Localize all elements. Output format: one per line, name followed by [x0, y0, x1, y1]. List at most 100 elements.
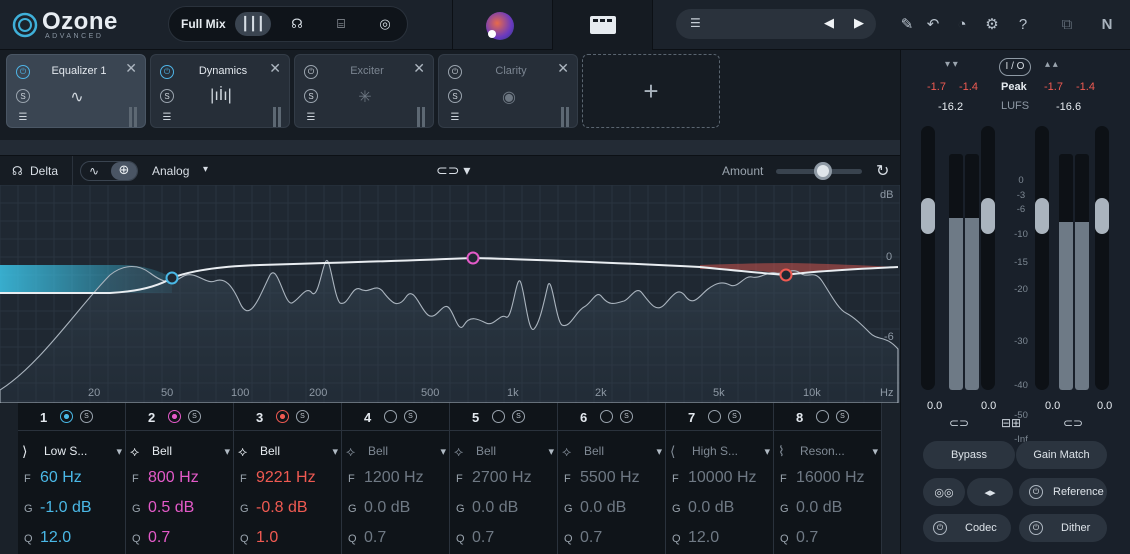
band-power-icon[interactable] — [600, 410, 613, 423]
output-gain-left-value[interactable]: 0.0 — [1045, 400, 1060, 412]
input-gain-slider-right[interactable] — [981, 126, 995, 390]
dither-button[interactable]: ⏻ Dither — [1019, 514, 1107, 542]
band-power-icon[interactable] — [708, 410, 721, 423]
band-type-select[interactable]: ⟡ Bell ▾ — [346, 441, 446, 461]
band-gain[interactable]: G 0.0 dB — [780, 499, 842, 517]
gear-icon[interactable]: ⚙ — [981, 13, 1003, 35]
eq-spectrum[interactable]: dB 0 -6 20 50 100 200 500 1k 2k 5k 10k H… — [0, 185, 900, 403]
band-type-select[interactable]: ⟡ Bell ▾ — [130, 441, 230, 461]
module-power-icon[interactable]: ⏻ — [304, 65, 318, 79]
band-type-select[interactable]: ⟨ High S... ▾ — [670, 441, 770, 461]
amount-slider-knob[interactable] — [814, 162, 833, 180]
module-power-icon[interactable]: ⏻ — [160, 65, 174, 79]
band-type-select[interactable]: ⟩ Low S... ▾ — [22, 441, 122, 461]
band-3-node[interactable] — [779, 268, 793, 282]
reference-button[interactable]: ⏻ Reference — [1019, 478, 1107, 506]
band-frequency-value[interactable]: 1200 Hz — [364, 469, 424, 486]
band-solo-icon[interactable]: S — [404, 410, 417, 423]
band-q[interactable]: Q 0.7 — [348, 529, 386, 547]
preset-bar[interactable]: ☰ ◀ ▶ — [676, 9, 876, 39]
band-q[interactable]: Q 0.7 — [456, 529, 494, 547]
help-icon[interactable]: ? — [1012, 13, 1034, 35]
band-solo-icon[interactable]: S — [296, 410, 309, 423]
band-power-icon[interactable] — [276, 410, 289, 423]
drum-mode-button[interactable]: ⌸ — [323, 12, 359, 36]
speaker-mode-button[interactable]: ◎ — [367, 12, 403, 36]
band-frequency-value[interactable]: 10000 Hz — [688, 469, 757, 486]
swap-button[interactable]: ◂▸ — [967, 478, 1013, 506]
band-gain[interactable]: G 0.0 dB — [348, 499, 410, 517]
module-power-icon[interactable]: ⏻ — [16, 65, 30, 79]
band-type-select[interactable]: ⌇ Reson... ▾ — [778, 441, 878, 461]
band-q-value[interactable]: 0.7 — [364, 529, 386, 546]
module-list-icon[interactable]: ☰ — [304, 110, 318, 124]
bypass-button[interactable]: Bypass — [923, 441, 1015, 469]
gain-nudge-icon[interactable]: ⊟⊞ — [1001, 416, 1021, 430]
band-frequency[interactable]: F 2700 Hz — [456, 469, 532, 487]
gain-match-button[interactable]: Gain Match — [1015, 441, 1107, 469]
band-q[interactable]: Q 1.0 — [240, 529, 278, 547]
band-gain[interactable]: G -0.8 dB — [240, 499, 308, 517]
codec-button[interactable]: ⏻ Codec — [923, 514, 1011, 542]
band-gain-value[interactable]: -0.8 dB — [256, 499, 308, 516]
band-gain[interactable]: G -1.0 dB — [24, 499, 92, 517]
module-solo-icon[interactable]: S — [448, 89, 462, 103]
band-q[interactable]: Q 0.7 — [564, 529, 602, 547]
waveform-mode-button[interactable]: ┃┃┃ — [235, 12, 271, 36]
band-solo-icon[interactable]: S — [728, 410, 741, 423]
band-frequency-value[interactable]: 2700 Hz — [472, 469, 532, 486]
add-module-button[interactable]: + — [582, 54, 720, 128]
band-gain[interactable]: G 0.0 dB — [564, 499, 626, 517]
band-type-select[interactable]: ⟡ Bell ▾ — [454, 441, 554, 461]
band-frequency-value[interactable]: 800 Hz — [148, 469, 199, 486]
band-q[interactable]: Q 0.7 — [132, 529, 170, 547]
band-frequency[interactable]: F 60 Hz — [24, 469, 82, 487]
band-gain[interactable]: G 0.5 dB — [132, 499, 194, 517]
voice-mode-button[interactable]: ☊ — [279, 12, 315, 36]
band-gain[interactable]: G 0.0 dB — [456, 499, 518, 517]
delta-button[interactable]: Delta — [30, 164, 58, 178]
module-close-icon[interactable]: ✕ — [557, 60, 569, 77]
output-collapse-icon[interactable]: ▴ ▴ — [1045, 59, 1058, 70]
globe-view-icon[interactable]: ⊕ — [111, 162, 137, 180]
band-frequency[interactable]: F 16000 Hz — [780, 469, 865, 487]
ear-icon[interactable]: ☊ — [12, 164, 23, 178]
module-close-icon[interactable]: ✕ — [125, 60, 137, 77]
curve-view-icon[interactable]: ∿ — [89, 164, 99, 178]
band-q-value[interactable]: 0.7 — [580, 529, 602, 546]
band-gain-value[interactable]: -1.0 dB — [40, 499, 92, 516]
full-mix-label[interactable]: Full Mix — [181, 17, 226, 31]
mastering-view-button[interactable] — [553, 0, 652, 50]
input-collapse-icon[interactable]: ▾ ▾ — [945, 59, 958, 70]
module-list-icon[interactable]: ☰ — [16, 110, 30, 124]
band-power-icon[interactable] — [384, 410, 397, 423]
history-icon[interactable]: ◔ — [951, 13, 973, 35]
module-close-icon[interactable]: ✕ — [413, 60, 425, 77]
chevron-down-icon[interactable]: ▾ — [203, 164, 208, 175]
band-power-icon[interactable] — [60, 410, 73, 423]
band-q-value[interactable]: 12.0 — [40, 529, 71, 546]
band-solo-icon[interactable]: S — [80, 410, 93, 423]
module-list-icon[interactable]: ☰ — [448, 110, 462, 124]
spectrum-graph[interactable] — [0, 185, 900, 403]
pen-icon[interactable]: ✎ — [896, 13, 918, 35]
band-power-icon[interactable] — [168, 410, 181, 423]
band-solo-icon[interactable]: S — [512, 410, 525, 423]
output-gain-knob[interactable] — [1035, 198, 1049, 234]
band-frequency-value[interactable]: 5500 Hz — [580, 469, 640, 486]
band-q[interactable]: Q 12.0 — [672, 529, 719, 547]
io-toggle-button[interactable]: I / O — [999, 58, 1031, 76]
output-gain-knob-right[interactable] — [1095, 198, 1109, 234]
band-frequency[interactable]: F 10000 Hz — [672, 469, 757, 487]
module-clarity[interactable]: ⏻ S ☰ Clarity ✕ ◉ — [438, 54, 578, 128]
module-list-icon[interactable]: ☰ — [160, 110, 174, 124]
band-q[interactable]: Q 12.0 — [24, 529, 71, 547]
master-assistant-button[interactable] — [486, 12, 514, 40]
band-solo-icon[interactable]: S — [620, 410, 633, 423]
module-solo-icon[interactable]: S — [16, 89, 30, 103]
band-power-icon[interactable] — [492, 410, 505, 423]
module-solo-icon[interactable]: S — [304, 89, 318, 103]
stereo-link-icon[interactable]: ⊂⊃ ▾ — [436, 162, 470, 179]
band-gain-value[interactable]: 0.0 dB — [472, 499, 518, 516]
band-q[interactable]: Q 0.7 — [780, 529, 818, 547]
